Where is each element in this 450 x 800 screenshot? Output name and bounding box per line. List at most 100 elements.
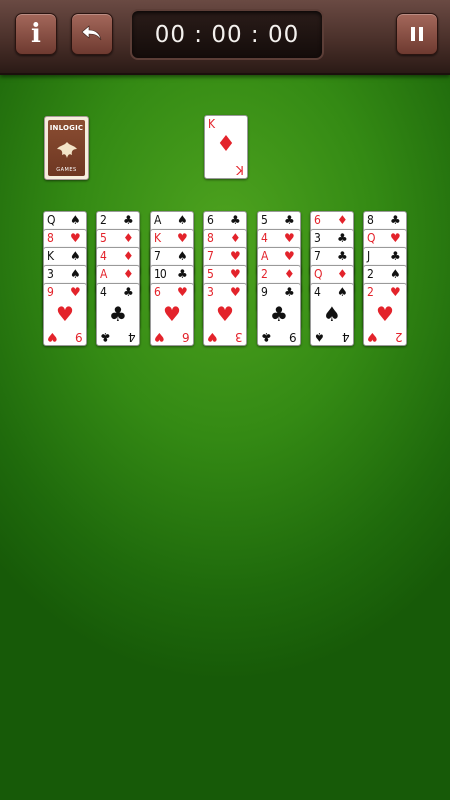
card-rank-bottom: 2 (395, 330, 403, 344)
top-bar: i 00 : 00 : 00 (0, 0, 450, 75)
card-back-logo-icon (56, 141, 77, 158)
tableau-card[interactable]: 6 ♥ ♥ ♥ 6 (150, 283, 194, 346)
card-rank: Q (47, 213, 56, 227)
card-rank: 7 (314, 249, 321, 263)
card-suit: ♠ (390, 267, 401, 281)
info-button[interactable]: i (15, 13, 57, 55)
card-suit: ♣ (284, 213, 295, 227)
card-suit-center: ♠ (323, 302, 341, 326)
card-suit: ♣ (390, 249, 401, 263)
card-rank: 2 (367, 285, 374, 299)
undo-arrow-icon (81, 25, 102, 41)
card-rank: 6 (154, 285, 161, 299)
card-suit: ♣ (390, 213, 401, 227)
card-rank: 8 (367, 213, 374, 227)
card-suit: ♥ (284, 231, 295, 245)
card-suit: ♥ (70, 231, 81, 245)
card-suit-bottom: ♣ (261, 330, 272, 344)
card-back: INLOGIC GAMES (48, 120, 85, 176)
tableau-card[interactable]: 4 ♣ ♣ ♣ 4 (96, 283, 140, 346)
card-suit-center: ♣ (109, 302, 127, 326)
card-suit: ♥ (390, 231, 401, 245)
card-suit: ♣ (337, 249, 348, 263)
card-suit: ♠ (177, 249, 188, 263)
card-rank: 5 (100, 231, 107, 245)
card-rank: K (208, 117, 216, 131)
card-suit-bottom: ♠ (314, 330, 325, 344)
waste-card[interactable]: K ♦ K (204, 115, 248, 179)
card-suit-bottom: ♥ (367, 330, 378, 344)
tableau-card[interactable]: 9 ♥ ♥ ♥ 9 (43, 283, 87, 346)
card-rank: 10 (154, 267, 167, 281)
card-rank: 4 (100, 249, 107, 263)
card-suit: ♦ (123, 231, 134, 245)
card-rank: 2 (261, 267, 268, 281)
card-suit-bottom: ♣ (100, 330, 111, 344)
undo-button[interactable] (71, 13, 113, 55)
card-suit: ♠ (337, 285, 348, 299)
game-timer: 00 : 00 : 00 (130, 9, 324, 60)
pause-icon (411, 27, 423, 41)
card-back-sub: GAMES (56, 167, 77, 173)
card-rank: 2 (100, 213, 107, 227)
card-rank: A (261, 249, 269, 263)
card-suit: ♦ (284, 267, 295, 281)
tableau-card[interactable]: 3 ♥ ♥ ♥ 3 (203, 283, 247, 346)
card-rank: 4 (100, 285, 107, 299)
card-rank-bottom: 4 (342, 330, 350, 344)
card-rank: 7 (207, 249, 214, 263)
card-back-brand: INLOGIC (49, 124, 84, 132)
info-icon: i (31, 19, 41, 49)
card-rank: 4 (314, 285, 321, 299)
card-suit: ♣ (123, 285, 134, 299)
card-suit: ♥ (177, 231, 188, 245)
card-suit: ♠ (70, 213, 81, 227)
card-suit-bottom: ♥ (47, 330, 58, 344)
card-suit: ♥ (177, 285, 188, 299)
card-rank: 3 (207, 285, 214, 299)
card-rank-bottom: K (236, 163, 244, 177)
card-suit: ♣ (284, 285, 295, 299)
card-suit: ♦ (337, 213, 348, 227)
card-rank: K (154, 231, 162, 245)
stock-pile[interactable]: INLOGIC GAMES (44, 116, 89, 180)
pause-button[interactable] (396, 13, 438, 55)
card-rank: 6 (314, 213, 321, 227)
card-rank: 8 (47, 231, 54, 245)
card-rank: Q (367, 231, 376, 245)
card-rank: 9 (47, 285, 54, 299)
card-rank: 3 (314, 231, 321, 245)
card-rank: Q (314, 267, 323, 281)
card-suit: ♦ (123, 249, 134, 263)
card-suit-center: ♥ (376, 302, 394, 326)
card-rank-bottom: 9 (75, 330, 83, 344)
tableau-card[interactable]: 2 ♥ ♥ ♥ 2 (363, 283, 407, 346)
card-rank: 8 (207, 231, 214, 245)
card-suit: ♣ (177, 267, 188, 281)
tableau-card[interactable]: 9 ♣ ♣ ♣ 9 (257, 283, 301, 346)
card-rank: A (154, 213, 162, 227)
card-rank: 6 (207, 213, 214, 227)
card-suit: ♥ (230, 285, 241, 299)
card-suit: ♣ (123, 213, 134, 227)
card-suit-center: ♥ (56, 302, 74, 326)
card-suit: ♦ (123, 267, 134, 281)
card-suit: ♥ (230, 249, 241, 263)
tableau-card[interactable]: 4 ♠ ♠ ♠ 4 (310, 283, 354, 346)
card-rank: 5 (207, 267, 214, 281)
card-rank-bottom: 4 (128, 330, 136, 344)
card-rank: 9 (261, 285, 268, 299)
card-rank: 3 (47, 267, 54, 281)
card-rank: 7 (154, 249, 161, 263)
card-rank: A (100, 267, 108, 281)
card-suit: ♥ (70, 285, 81, 299)
card-suit: ♦ (337, 267, 348, 281)
card-rank-bottom: 6 (182, 330, 190, 344)
card-suit: ♠ (177, 213, 188, 227)
card-suit: ♣ (230, 213, 241, 227)
card-suit-bottom: ♥ (207, 330, 218, 344)
card-rank-bottom: 9 (289, 330, 297, 344)
card-suit: ♣ (337, 231, 348, 245)
card-rank: J (367, 249, 371, 263)
card-suit: ♠ (70, 249, 81, 263)
